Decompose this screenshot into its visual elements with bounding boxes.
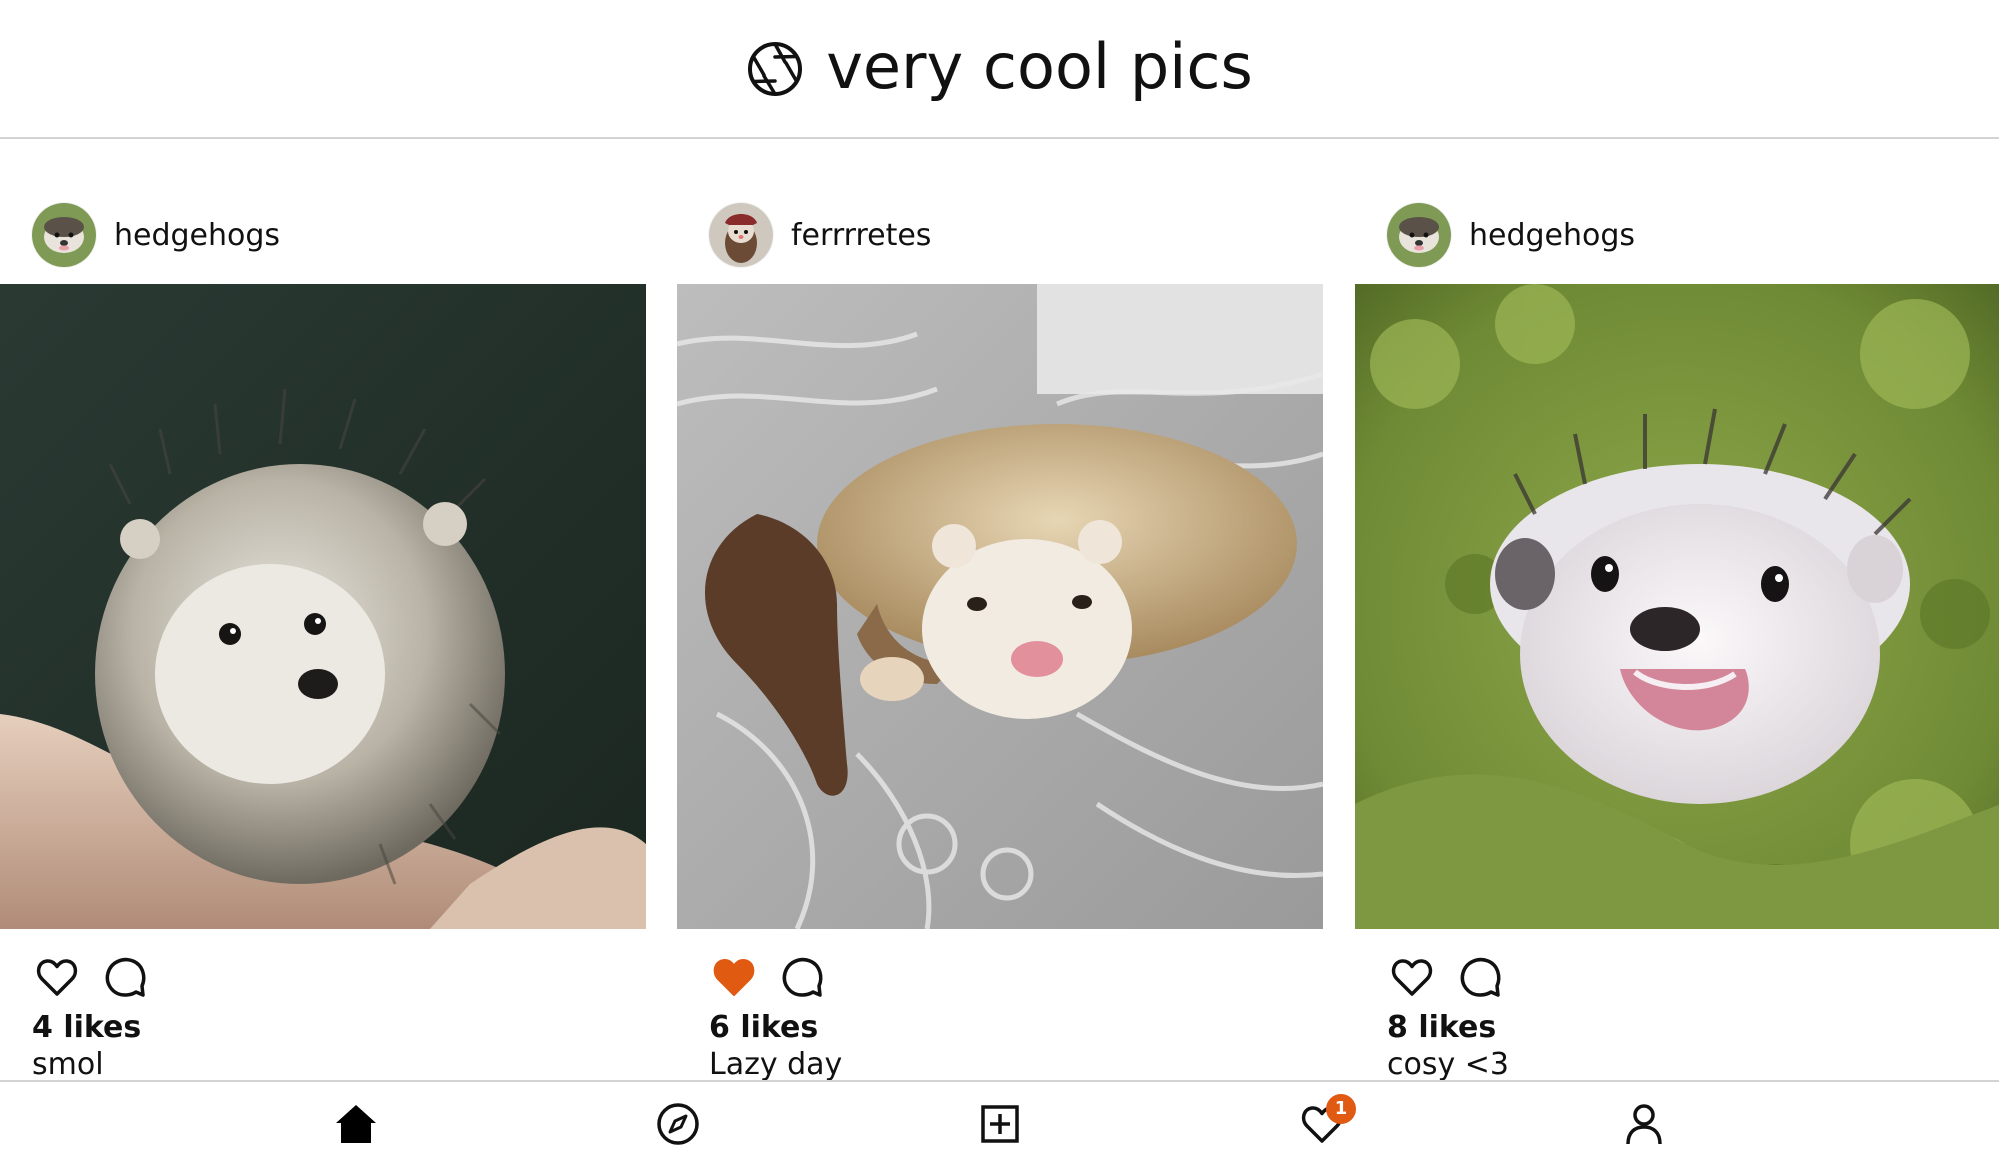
hedgehog-avatar[interactable] bbox=[1387, 203, 1451, 267]
post-photo[interactable] bbox=[1355, 284, 1999, 929]
ferret-avatar[interactable] bbox=[709, 203, 773, 267]
post-caption: Lazy day bbox=[709, 1047, 843, 1080]
post-header[interactable]: hedgehogs bbox=[1387, 203, 1635, 267]
likes-count: 6 likes bbox=[709, 1010, 819, 1045]
likes-count: 8 likes bbox=[1387, 1010, 1497, 1045]
notification-badge: 1 bbox=[1326, 1094, 1356, 1124]
post-username[interactable]: ferrrretes bbox=[791, 218, 931, 253]
post-caption: cosy <3 bbox=[1387, 1047, 1509, 1080]
camera-aperture-icon bbox=[746, 40, 804, 98]
likes-count: 4 likes bbox=[32, 1010, 142, 1045]
like-heart-icon[interactable] bbox=[32, 952, 82, 1002]
post-actions bbox=[709, 947, 827, 1007]
post-caption: smol bbox=[32, 1047, 104, 1080]
bottom-nav: 1 bbox=[0, 1080, 1999, 1171]
like-heart-icon[interactable] bbox=[1387, 952, 1437, 1002]
post-card: hedgehogs bbox=[1355, 139, 1999, 1080]
post-card: ferrrretes 6 likes Lazy day bbox=[677, 139, 1323, 1080]
post-actions bbox=[32, 947, 150, 1007]
post-username[interactable]: hedgehogs bbox=[1469, 218, 1635, 253]
feed: hedgehogs 4 likes smol ferrrretes 6 like… bbox=[0, 139, 1999, 1080]
liked-heart-icon[interactable] bbox=[709, 952, 759, 1002]
nav-explore[interactable] bbox=[646, 1094, 710, 1158]
comment-bubble-icon[interactable] bbox=[100, 952, 150, 1002]
comment-bubble-icon[interactable] bbox=[1455, 952, 1505, 1002]
home-icon bbox=[332, 1100, 380, 1152]
comment-bubble-icon[interactable] bbox=[777, 952, 827, 1002]
nav-add-post[interactable] bbox=[968, 1094, 1032, 1158]
add-post-icon bbox=[976, 1100, 1024, 1152]
nav-profile[interactable] bbox=[1612, 1094, 1676, 1158]
nav-home[interactable] bbox=[324, 1094, 388, 1158]
post-actions bbox=[1387, 947, 1505, 1007]
post-username[interactable]: hedgehogs bbox=[114, 218, 280, 253]
profile-icon bbox=[1620, 1100, 1668, 1152]
explore-compass-icon bbox=[654, 1100, 702, 1152]
post-card: hedgehogs bbox=[0, 139, 646, 1080]
post-header[interactable]: hedgehogs bbox=[32, 203, 280, 267]
app-header: very cool pics bbox=[0, 0, 1999, 139]
post-photo[interactable] bbox=[0, 284, 646, 929]
hedgehog-avatar[interactable] bbox=[32, 203, 96, 267]
post-photo[interactable] bbox=[677, 284, 1323, 929]
nav-activity[interactable]: 1 bbox=[1290, 1094, 1356, 1158]
post-header[interactable]: ferrrretes bbox=[709, 203, 931, 267]
app-root: very cool pics hedgehogs 4 likes smol fe… bbox=[0, 0, 1999, 1171]
app-title: very cool pics bbox=[826, 29, 1253, 103]
